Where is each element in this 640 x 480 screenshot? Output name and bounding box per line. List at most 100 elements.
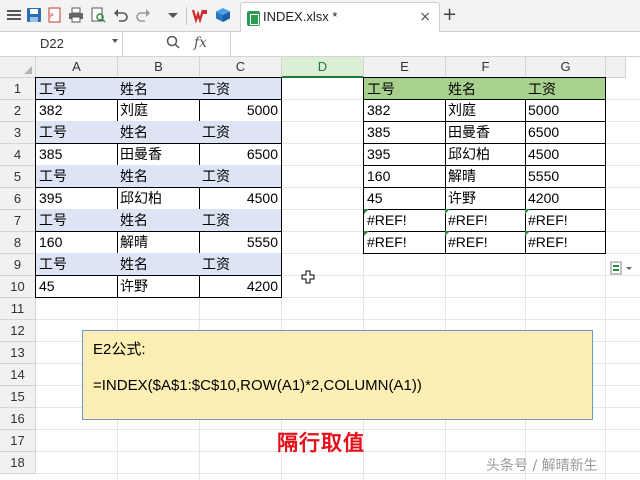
more-icon[interactable]	[165, 7, 181, 23]
table-cell[interactable]: 5000	[199, 99, 282, 122]
table-cell[interactable]: 解晴	[117, 231, 200, 254]
table-cell[interactable]: 6500	[199, 143, 282, 166]
table-cell[interactable]: 160	[363, 165, 446, 188]
table-cell[interactable]: 385	[35, 143, 118, 166]
table-cell[interactable]: 382	[363, 99, 446, 122]
table-cell[interactable]: 姓名	[117, 77, 200, 100]
table-cell[interactable]: 45	[363, 187, 446, 210]
table-cell[interactable]: 工资	[525, 77, 606, 100]
table-cell[interactable]: 工号	[35, 253, 118, 276]
spreadsheet-grid[interactable]: A B C D E F G 1 2 3 4 5 6 7 8 9 10 11 12 13 14 15 16 17 18 工号 姓名 工资…	[0, 57, 640, 480]
row-header-17[interactable]: 17	[0, 430, 36, 452]
table-cell[interactable]: 邱幻柏	[117, 187, 200, 210]
column-header-d[interactable]: D	[282, 57, 364, 78]
print-icon[interactable]	[68, 7, 84, 23]
table-cell[interactable]: 许野	[117, 275, 200, 298]
table-cell[interactable]: 4200	[525, 187, 606, 210]
row-header-14[interactable]: 14	[0, 364, 36, 386]
row-header-15[interactable]: 15	[0, 386, 36, 408]
row-header-13[interactable]: 13	[0, 342, 36, 364]
column-header-b[interactable]: B	[118, 57, 200, 78]
table-cell[interactable]: 160	[35, 231, 118, 254]
row-header-1[interactable]: 1	[0, 78, 36, 100]
row-header-5[interactable]: 5	[0, 166, 36, 188]
file-tab[interactable]: INDEX.xlsx * ×	[240, 2, 440, 32]
row-header-8[interactable]: 8	[0, 232, 36, 254]
table-cell[interactable]: #REF!	[445, 209, 526, 232]
close-tab-icon[interactable]: ×	[419, 9, 431, 25]
column-header-f[interactable]: F	[446, 57, 526, 78]
table-cell[interactable]: 姓名	[117, 121, 200, 144]
table-cell[interactable]: 5550	[199, 231, 282, 254]
row-header-16[interactable]: 16	[0, 408, 36, 430]
export-pdf-icon[interactable]: P	[47, 7, 63, 23]
table-cell[interactable]: #REF!	[525, 231, 606, 254]
column-header-c[interactable]: C	[200, 57, 282, 78]
row-header-18[interactable]: 18	[0, 452, 36, 474]
table-cell[interactable]: #REF!	[363, 209, 446, 232]
table-cell[interactable]: 工资	[199, 121, 282, 144]
table-cell[interactable]: 5550	[525, 165, 606, 188]
row-header-10[interactable]: 10	[0, 276, 36, 298]
table-cell[interactable]: 4500	[199, 187, 282, 210]
table-cell[interactable]: 45	[35, 275, 118, 298]
insert-function-button[interactable]: fx	[194, 35, 207, 51]
row-header-6[interactable]: 6	[0, 188, 36, 210]
table-cell[interactable]: 382	[35, 99, 118, 122]
column-header-e[interactable]: E	[364, 57, 446, 78]
table-cell[interactable]: 工资	[199, 209, 282, 232]
table-cell[interactable]: 邱幻柏	[445, 143, 526, 166]
table-cell[interactable]: 工号	[35, 209, 118, 232]
undo-icon[interactable]	[113, 7, 129, 23]
cube-icon[interactable]	[215, 7, 231, 23]
table-cell[interactable]: 解晴	[445, 165, 526, 188]
new-tab-button[interactable]: +	[442, 4, 457, 25]
table-cell[interactable]: 工资	[199, 165, 282, 188]
table-cell[interactable]: #REF!	[445, 231, 526, 254]
select-all-corner[interactable]	[0, 57, 36, 78]
column-header-a[interactable]: A	[36, 57, 118, 78]
table-cell[interactable]: #REF!	[363, 231, 446, 254]
wps-logo-icon[interactable]	[192, 7, 208, 23]
row-header-2[interactable]: 2	[0, 100, 36, 122]
table-cell[interactable]: 395	[363, 143, 446, 166]
table-cell[interactable]: 工号	[35, 77, 118, 100]
row-header-12[interactable]: 12	[0, 320, 36, 342]
chevron-down-icon[interactable]	[112, 39, 118, 43]
row-header-7[interactable]: 7	[0, 210, 36, 232]
row-header-3[interactable]: 3	[0, 122, 36, 144]
name-box[interactable]: D22	[0, 32, 123, 56]
redo-icon[interactable]	[135, 7, 151, 23]
table-cell[interactable]: 许野	[445, 187, 526, 210]
print-preview-icon[interactable]	[90, 7, 106, 23]
formula-input[interactable]	[230, 32, 640, 56]
app-menu-icon[interactable]	[6, 7, 22, 23]
table-cell[interactable]: 4200	[199, 275, 282, 298]
table-cell[interactable]: 工号	[35, 121, 118, 144]
table-cell[interactable]: #REF!	[525, 209, 606, 232]
table-cell[interactable]: 姓名	[117, 209, 200, 232]
table-cell[interactable]: 工号	[363, 77, 446, 100]
table-cell[interactable]: 刘庭	[445, 99, 526, 122]
row-header-9[interactable]: 9	[0, 254, 36, 276]
table-cell[interactable]: 6500	[525, 121, 606, 144]
table-cell[interactable]: 工资	[199, 253, 282, 276]
row-header-11[interactable]: 11	[0, 298, 36, 320]
table-cell[interactable]: 田曼香	[445, 121, 526, 144]
column-header-g[interactable]: G	[526, 57, 606, 78]
table-cell[interactable]: 385	[363, 121, 446, 144]
table-cell[interactable]: 工资	[199, 77, 282, 100]
table-cell[interactable]: 姓名	[445, 77, 526, 100]
table-cell[interactable]: 田曼香	[117, 143, 200, 166]
table-cell[interactable]: 5000	[525, 99, 606, 122]
table-cell[interactable]: 395	[35, 187, 118, 210]
zoom-search-icon[interactable]	[166, 35, 180, 53]
table-cell[interactable]: 工号	[35, 165, 118, 188]
table-cell[interactable]: 刘庭	[117, 99, 200, 122]
row-header-4[interactable]: 4	[0, 144, 36, 166]
table-cell[interactable]: 4500	[525, 143, 606, 166]
table-cell[interactable]: 姓名	[117, 165, 200, 188]
paste-options-icon[interactable]	[610, 260, 636, 275]
save-icon[interactable]	[26, 7, 42, 23]
table-cell[interactable]: 姓名	[117, 253, 200, 276]
